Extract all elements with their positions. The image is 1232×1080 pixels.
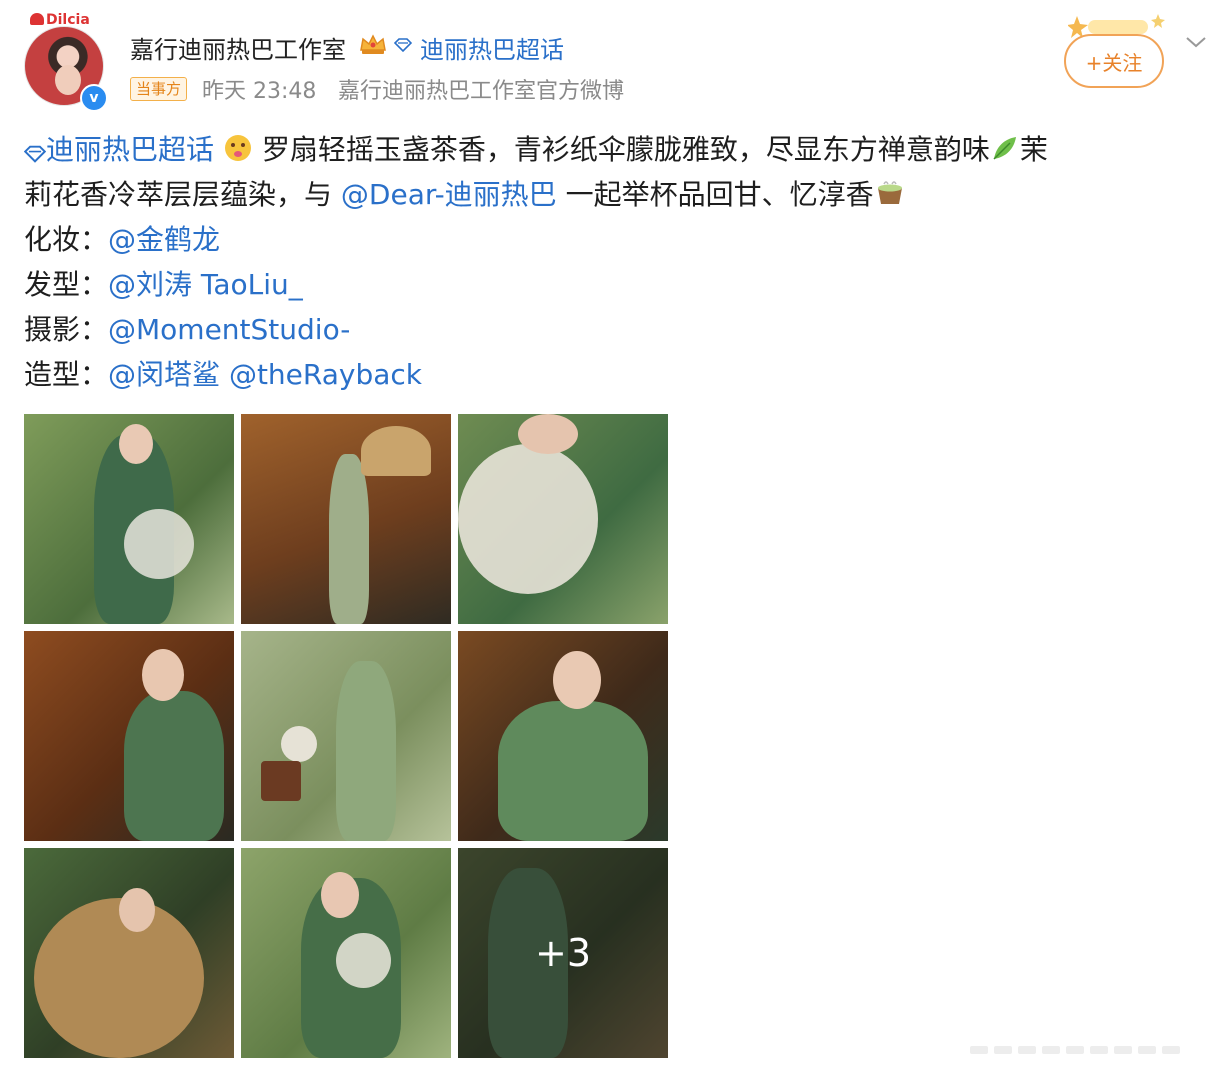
image-thumbnail[interactable]	[241, 414, 451, 624]
image-thumbnail[interactable]	[24, 414, 234, 624]
watermark-dots	[970, 1046, 1180, 1054]
makeup-label: 化妆：	[24, 223, 109, 256]
author-name[interactable]: 嘉行迪丽热巴工作室	[130, 30, 346, 65]
photo-label: 摄影：	[24, 313, 109, 346]
mention-styling-2[interactable]: @theRayback	[229, 358, 422, 391]
image-thumbnail[interactable]	[241, 631, 451, 841]
source-badge: 当事方	[130, 77, 188, 101]
leaf-emoji-icon	[993, 137, 1016, 160]
supertopic-diamond-icon	[394, 38, 412, 52]
image-thumbnail[interactable]	[458, 631, 668, 841]
more-images-overlay[interactable]: +3	[458, 848, 668, 1058]
hair-label: 发型：	[24, 268, 109, 301]
image-thumbnail[interactable]	[24, 848, 234, 1058]
avatar-frame-tag: Dilcia	[30, 12, 90, 28]
text-line-1-tail: 茉	[1019, 133, 1048, 166]
image-thumbnail[interactable]	[458, 414, 668, 624]
text-line-2: 莉花香冷萃层层蕴染，与	[24, 178, 341, 211]
mention-photo[interactable]: @MomentStudio-	[108, 313, 350, 346]
mention-makeup[interactable]: @金鹤龙	[108, 223, 220, 256]
image-thumbnail[interactable]: +3	[458, 848, 668, 1058]
verified-badge-icon: v	[80, 84, 108, 112]
mention-hair[interactable]: @刘涛 TaoLiu_	[108, 268, 303, 301]
tea-emoji-icon	[877, 181, 902, 204]
chevron-down-icon[interactable]	[1184, 34, 1208, 50]
topic-link[interactable]: 迪丽热巴超话	[46, 133, 214, 166]
text-line-2-tail: 一起举杯品回甘、忆淳香	[556, 178, 874, 211]
supertopic-diamond-icon	[24, 145, 46, 163]
supertopic-link[interactable]: 迪丽热巴超话	[420, 30, 564, 65]
author-avatar[interactable]: Dilcia v	[24, 12, 110, 112]
mention-styling-1[interactable]: @闵塔鲨	[108, 358, 220, 391]
image-thumbnail[interactable]	[241, 848, 451, 1058]
styling-label: 造型：	[24, 358, 109, 391]
image-thumbnail[interactable]	[24, 631, 234, 841]
follow-button[interactable]: +关注	[1064, 34, 1164, 88]
image-grid: +3	[24, 414, 668, 1058]
text-line-1: 罗扇轻摇玉盏茶香，青衫纸伞朦胧雅致，尽显东方禅意韵味	[252, 133, 990, 166]
post-source: 嘉行迪丽热巴工作室官方微博	[338, 79, 625, 104]
mention-dear[interactable]: @Dear-迪丽热巴	[341, 178, 557, 211]
face-emoji-icon	[224, 135, 251, 161]
crown-badge-icon	[360, 34, 386, 54]
post-time[interactable]: 昨天 23:48	[202, 73, 316, 105]
